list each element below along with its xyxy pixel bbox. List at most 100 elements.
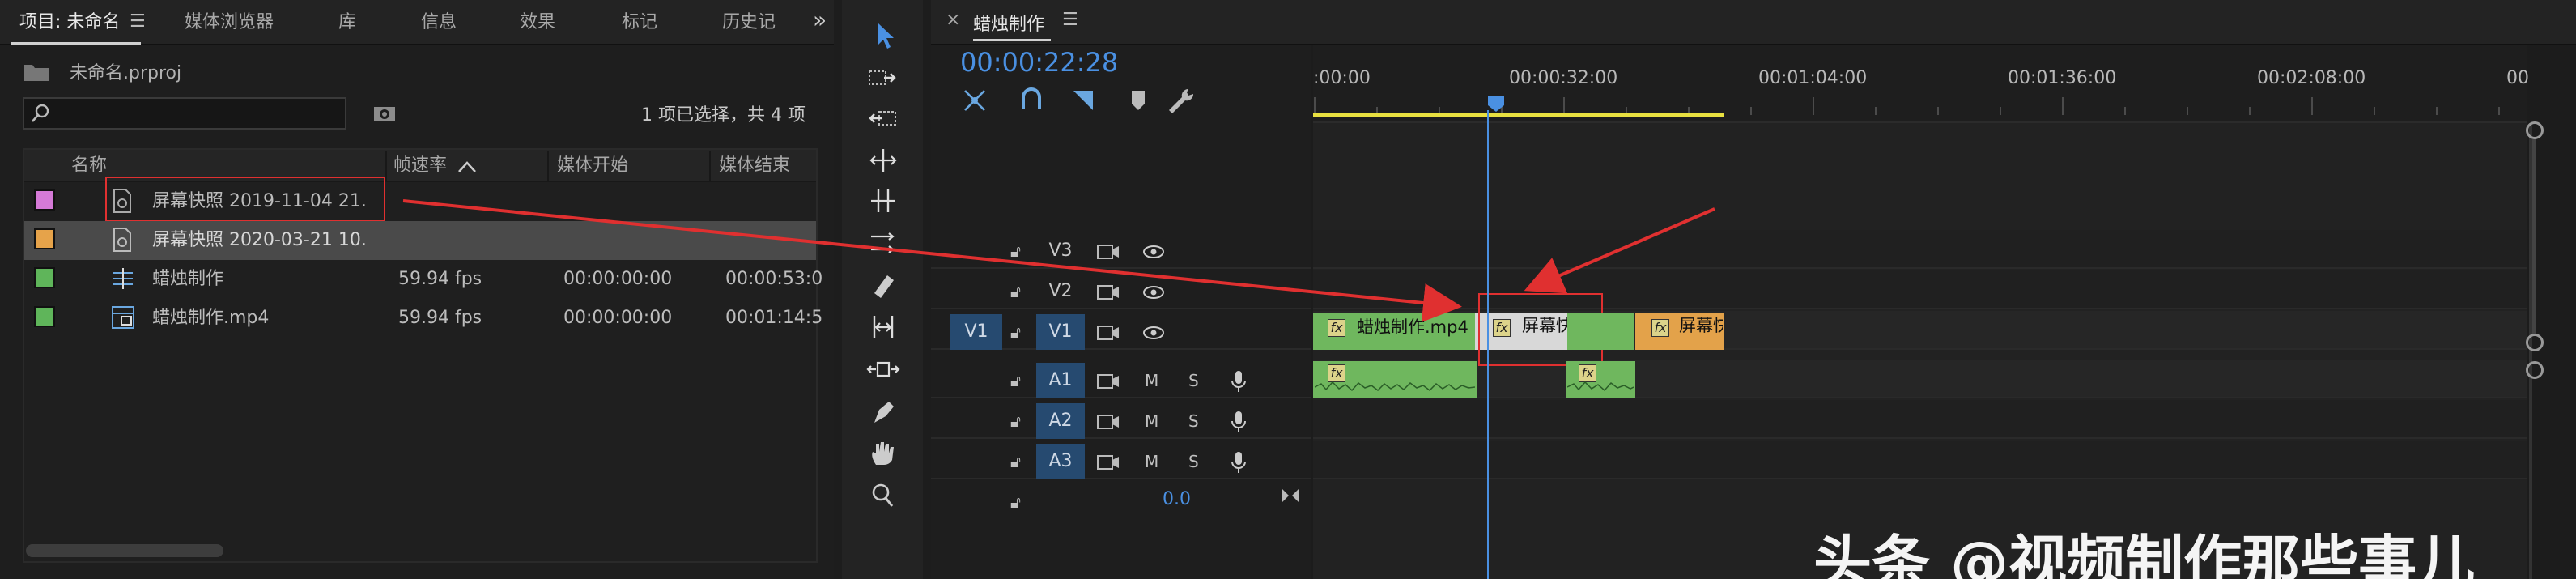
track-label-a3[interactable]: A3 xyxy=(1036,444,1085,479)
master-volume-value[interactable]: 0.0 xyxy=(1163,489,1191,509)
sync-lock-icon[interactable] xyxy=(1096,453,1120,471)
still-image-icon xyxy=(113,228,131,252)
selection-tool-icon[interactable] xyxy=(865,19,902,52)
linked-selection-icon[interactable] xyxy=(1070,86,1099,115)
column-name[interactable]: 名称 xyxy=(71,151,107,181)
item-name: 蜡烛制作.mp4 xyxy=(152,308,270,328)
eye-icon[interactable] xyxy=(1141,324,1166,342)
column-frame-rate[interactable]: 帧速率 xyxy=(393,151,447,181)
work-area-bar[interactable] xyxy=(1313,113,1724,117)
column-media-start[interactable]: 媒体开始 xyxy=(557,151,628,181)
vertical-zoom-handle[interactable] xyxy=(2526,334,2544,351)
ripple-edit-tool-icon[interactable] xyxy=(865,102,902,134)
close-icon[interactable]: × xyxy=(946,10,960,30)
track-header-v3[interactable] xyxy=(931,230,1311,269)
lock-icon[interactable]: 🔓︎ xyxy=(1010,363,1021,398)
go-to-edit-point-icon[interactable] xyxy=(1279,486,1302,505)
hand-tool-icon[interactable] xyxy=(865,437,902,470)
slip-tool-icon[interactable] xyxy=(865,311,902,343)
rate-stretch-alt-icon[interactable] xyxy=(865,227,902,259)
tab-libraries[interactable]: 库 xyxy=(338,0,356,45)
video-clip[interactable] xyxy=(1567,313,1634,350)
track-header-v2[interactable] xyxy=(931,270,1311,309)
vertical-scrollbar[interactable] xyxy=(2532,139,2536,334)
track-header-a1[interactable] xyxy=(931,360,1311,398)
track-header-a3[interactable] xyxy=(931,441,1311,479)
search-input[interactable] xyxy=(23,97,346,130)
track-lane-a2[interactable] xyxy=(1313,400,2527,439)
rolling-edit-tool-icon[interactable] xyxy=(865,144,902,177)
tab-markers[interactable]: 标记 xyxy=(622,0,657,45)
solo-button[interactable]: S xyxy=(1188,363,1199,398)
razor-tool-icon[interactable] xyxy=(865,269,902,301)
playhead-line[interactable] xyxy=(1487,110,1489,579)
lock-icon[interactable]: 🔓︎ xyxy=(1010,403,1021,439)
tab-effects[interactable]: 效果 xyxy=(520,0,555,45)
panel-menu-icon[interactable]: ☰ xyxy=(130,11,146,32)
tab-history[interactable]: 历史记 xyxy=(722,0,776,45)
list-item[interactable] xyxy=(24,221,816,260)
double-chevron-right-icon[interactable]: » xyxy=(813,6,827,33)
lock-icon[interactable]: 🔓︎ xyxy=(1010,274,1021,309)
fx-badge: fx xyxy=(1328,319,1345,337)
item-media-start: 00:00:00:00 xyxy=(563,308,673,328)
playhead-timecode[interactable]: 00:00:22:28 xyxy=(960,47,1118,78)
vertical-zoom-handle[interactable] xyxy=(2526,121,2544,139)
lock-icon[interactable]: 🔓︎ xyxy=(1010,314,1021,350)
lock-icon[interactable]: 🔓︎ xyxy=(1010,484,1021,520)
microphone-icon[interactable] xyxy=(1229,369,1248,394)
mute-button[interactable]: M xyxy=(1145,403,1158,439)
solo-button[interactable]: S xyxy=(1188,403,1199,439)
mute-button[interactable]: M xyxy=(1145,363,1158,398)
sync-lock-icon[interactable] xyxy=(1096,243,1120,261)
horizontal-scrollbar[interactable] xyxy=(26,544,223,557)
tab-project[interactable]: 项目: 未命名 xyxy=(19,0,120,45)
track-label-v2[interactable]: V2 xyxy=(1036,274,1085,309)
label-color-swatch[interactable] xyxy=(34,189,55,211)
nest-sequence-icon[interactable] xyxy=(960,86,989,115)
microphone-icon[interactable] xyxy=(1229,450,1248,475)
sync-lock-icon[interactable] xyxy=(1096,324,1120,342)
ruler-tick-label: :00:00 xyxy=(1313,68,1371,88)
track-label-v3[interactable]: V3 xyxy=(1036,233,1085,269)
label-color-swatch[interactable] xyxy=(34,267,55,288)
track-header-a2[interactable] xyxy=(931,400,1311,439)
track-label-a2[interactable]: A2 xyxy=(1036,403,1085,439)
label-color-swatch[interactable] xyxy=(34,306,55,327)
sync-lock-icon[interactable] xyxy=(1096,373,1120,390)
microphone-icon[interactable] xyxy=(1229,410,1248,434)
tab-info[interactable]: 信息 xyxy=(421,0,457,45)
source-patch-v1[interactable]: V1 xyxy=(950,314,1002,350)
item-name: 屏幕快照 2020-03-21 10. xyxy=(152,230,367,250)
slide-tool-icon[interactable] xyxy=(865,353,902,385)
vertical-zoom-handle[interactable] xyxy=(2526,361,2544,379)
eye-icon[interactable] xyxy=(1141,283,1166,301)
item-name: 蜡烛制作 xyxy=(152,269,224,289)
mute-button[interactable]: M xyxy=(1145,444,1158,479)
tab-media-browser[interactable]: 媒体浏览器 xyxy=(185,0,274,45)
panel-menu-icon[interactable]: ☰ xyxy=(1062,10,1078,30)
add-marker-icon[interactable] xyxy=(1125,87,1151,113)
fx-badge: fx xyxy=(1651,319,1669,337)
pen-tool-icon[interactable] xyxy=(865,395,902,428)
track-lane-a3[interactable] xyxy=(1313,441,2527,479)
solo-button[interactable]: S xyxy=(1188,444,1199,479)
sequence-tab[interactable]: 蜡烛制作 xyxy=(973,10,1044,36)
sync-lock-icon[interactable] xyxy=(1096,413,1120,431)
zoom-tool-icon[interactable] xyxy=(865,479,902,512)
sync-lock-icon[interactable] xyxy=(1096,283,1120,301)
track-label-a1[interactable]: A1 xyxy=(1036,363,1085,398)
lock-icon[interactable]: 🔓︎ xyxy=(1010,444,1021,479)
item-media-start: 00:00:00:00 xyxy=(563,269,673,289)
track-label-v1[interactable]: V1 xyxy=(1036,314,1085,350)
column-media-end[interactable]: 媒体结束 xyxy=(719,151,790,181)
eye-icon[interactable] xyxy=(1141,243,1166,261)
track-select-forward-icon[interactable] xyxy=(865,62,902,94)
lock-icon[interactable]: 🔓︎ xyxy=(1010,233,1021,269)
wrench-icon[interactable] xyxy=(1166,86,1195,115)
track-lane-v3[interactable] xyxy=(1313,230,2527,269)
label-color-swatch[interactable] xyxy=(34,228,55,249)
rate-stretch-tool-icon[interactable] xyxy=(865,185,902,217)
new-bin-from-search-icon[interactable] xyxy=(372,102,398,125)
snap-icon[interactable] xyxy=(1017,86,1046,115)
